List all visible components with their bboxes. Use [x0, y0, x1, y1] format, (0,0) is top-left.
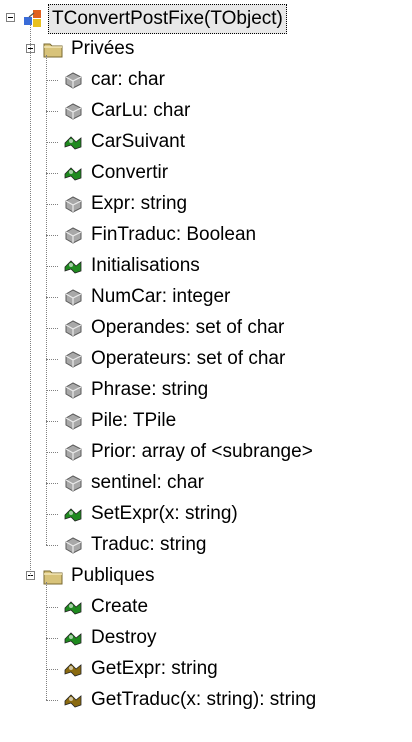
member-label: Operandes: set of char — [91, 317, 285, 338]
group-label: Publiques — [71, 565, 155, 586]
field-icon — [62, 193, 84, 215]
member-label: NumCar: integer — [91, 286, 231, 307]
tree-connector — [46, 638, 58, 639]
tree-connector — [46, 235, 58, 236]
member-label: Pile: TPile — [91, 410, 177, 431]
tree-connector — [46, 266, 58, 267]
method-icon — [62, 627, 84, 649]
field-icon — [62, 441, 84, 463]
tree-connector — [46, 390, 58, 391]
function-icon — [62, 658, 84, 680]
member-label: Prior: array of <subrange> — [91, 441, 313, 462]
field-icon — [62, 472, 84, 494]
method-icon — [62, 503, 84, 525]
tree-connector — [46, 328, 58, 329]
member-label: CarLu: char — [91, 100, 191, 121]
member-label: GetExpr: string — [91, 658, 218, 679]
tree-connector — [46, 483, 58, 484]
tree-connector — [46, 582, 47, 700]
member-label: Traduc: string — [91, 534, 207, 555]
tree-connector — [30, 24, 31, 576]
group-label: Privées — [71, 38, 135, 59]
field-icon — [62, 286, 84, 308]
member-label: Destroy — [91, 627, 157, 648]
tree-connector — [46, 204, 58, 205]
tree-connector — [46, 80, 58, 81]
root-label: TConvertPostFixe(TObject) — [48, 4, 287, 34]
class-tree-view[interactable]: TConvertPostFixe(TObject) Privées car: cha… — [0, 0, 412, 742]
member-label: Phrase: string — [91, 379, 209, 400]
collapse-toggle-icon[interactable] — [6, 13, 15, 22]
tree-connector — [46, 55, 47, 545]
member-label: Convertir — [91, 162, 169, 183]
field-icon — [62, 100, 84, 122]
tree-connector — [46, 700, 58, 701]
method-icon — [62, 162, 84, 184]
field-icon — [62, 410, 84, 432]
tree-connector — [46, 545, 58, 546]
method-icon — [62, 131, 84, 153]
member-label: SetExpr(x: string) — [91, 503, 238, 524]
tree-connector — [46, 421, 58, 422]
field-icon — [62, 534, 84, 556]
class-icon — [22, 7, 44, 29]
tree-connector — [46, 297, 58, 298]
member-label: CarSuivant — [91, 131, 185, 152]
tree-connector — [46, 452, 58, 453]
tree-connector — [46, 173, 58, 174]
tree-connector — [46, 514, 58, 515]
function-icon — [62, 689, 84, 711]
field-icon — [62, 224, 84, 246]
member-label: FinTraduc: Boolean — [91, 224, 257, 245]
member-label: GetTraduc(x: string): string — [91, 689, 317, 710]
tree-connector — [46, 111, 58, 112]
member-label: Create — [91, 596, 149, 617]
field-icon — [62, 348, 84, 370]
member-label: car: char — [91, 69, 165, 90]
member-label: Initialisations — [91, 255, 200, 276]
method-icon — [62, 255, 84, 277]
field-icon — [62, 379, 84, 401]
field-icon — [62, 69, 84, 91]
tree-connector — [46, 359, 58, 360]
member-label: Operateurs: set of char — [91, 348, 286, 369]
member-label: sentinel: char — [91, 472, 205, 493]
tree-connector — [46, 607, 58, 608]
tree-connector — [46, 142, 58, 143]
tree-connector — [46, 669, 58, 670]
method-icon — [62, 596, 84, 618]
field-icon — [62, 317, 84, 339]
member-label: Expr: string — [91, 193, 188, 214]
